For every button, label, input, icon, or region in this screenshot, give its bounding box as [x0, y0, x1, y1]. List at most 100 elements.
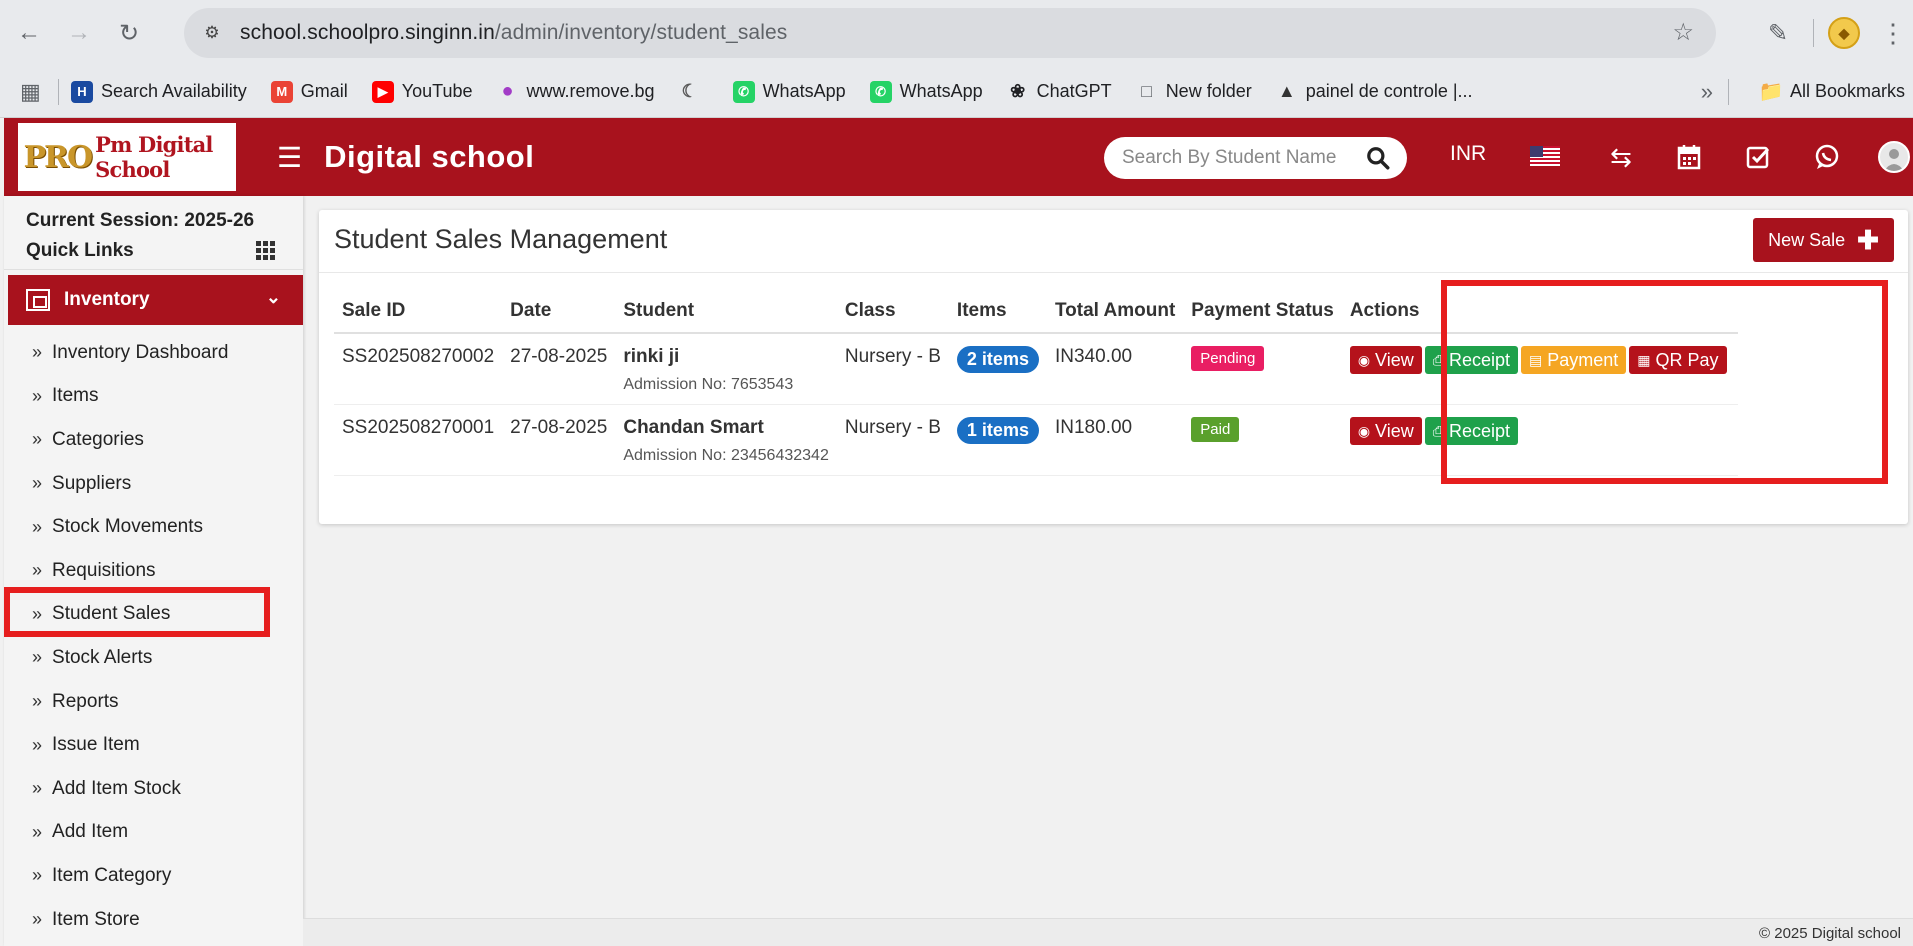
quick-links[interactable]: Quick Links: [4, 232, 303, 270]
bookmark-item[interactable]: ● www.remove.bg: [497, 80, 654, 103]
items-count-badge[interactable]: 1 items: [956, 417, 1039, 444]
student-cell: Chandan Smart Admission No: 23456432342: [615, 404, 837, 476]
footer-copyright: © 2025 Digital school: [303, 918, 1913, 946]
task-check-icon[interactable]: [1738, 137, 1778, 177]
student-name: rinki ji: [623, 346, 680, 367]
all-bookmarks-button[interactable]: 📁 All Bookmarks: [1758, 81, 1905, 103]
new-sale-button[interactable]: New Sale ✚: [1753, 218, 1894, 262]
app-header: PRO Pm Digital School ☰ Digital school I…: [4, 118, 1913, 196]
sidebar-item-label: Add Item: [52, 821, 129, 843]
whatsapp-icon: ✆: [732, 80, 755, 103]
double-chevron-right-icon: »: [32, 473, 43, 494]
sidebar-item-inventory-dashboard[interactable]: » Inventory Dashboard: [4, 331, 303, 375]
site-info-icon[interactable]: ⚙: [192, 13, 232, 53]
sidebar-item-item-category[interactable]: » Item Category: [4, 854, 303, 898]
bookmarks-bar: ▦ H Search Availability M Gmail ▶ YouTube ● www…: [0, 66, 1913, 118]
extensions-icon[interactable]: ✎: [1757, 12, 1799, 54]
items-count-badge[interactable]: 2 items: [956, 346, 1039, 373]
whatsapp-icon[interactable]: [1807, 137, 1847, 177]
view-button[interactable]: ◉ View: [1349, 417, 1422, 445]
view-button[interactable]: ◉ View: [1349, 346, 1422, 374]
sidebar-item-item-store[interactable]: » Item Store: [4, 898, 303, 942]
url-path: /admin/inventory/student_sales: [494, 21, 788, 44]
bookmark-item[interactable]: M Gmail: [270, 80, 348, 103]
double-chevron-right-icon: »: [32, 734, 43, 755]
admission-number: Admission No: 23456432342: [623, 447, 829, 464]
bookmark-label: YouTube: [401, 81, 473, 101]
sidebar-item-stock-alerts[interactable]: » Stock Alerts: [4, 636, 303, 680]
sidebar-item-add-item-stock[interactable]: » Add Item Stock: [4, 767, 303, 811]
us-flag-icon[interactable]: [1530, 146, 1560, 166]
back-icon[interactable]: ←: [8, 12, 50, 54]
currency-selector[interactable]: INR: [1450, 142, 1490, 166]
bookmark-item[interactable]: ✆ WhatsApp: [869, 80, 983, 103]
highlight-box-student-sales: [4, 587, 270, 637]
sidebar-item-issue-item[interactable]: » Issue Item: [4, 723, 303, 767]
bookmark-item[interactable]: □ New folder: [1136, 81, 1251, 103]
items-cell: 1 items: [948, 404, 1047, 476]
bookmark-star-icon[interactable]: ☆: [1672, 18, 1694, 47]
new-sale-label: New Sale: [1768, 229, 1846, 250]
status-badge: Paid: [1191, 417, 1240, 442]
double-chevron-right-icon: »: [32, 385, 43, 406]
bookmark-item[interactable]: ▶ YouTube: [371, 80, 473, 103]
bookmark-item[interactable]: ❀ ChatGPT: [1007, 81, 1112, 103]
sale-id-cell: SS202508270001: [334, 404, 503, 476]
sidebar-item-suppliers[interactable]: » Suppliers: [4, 462, 303, 506]
browser-menu-icon[interactable]: ⋮: [1873, 18, 1913, 49]
date-cell: 27-08-2025: [502, 333, 616, 405]
reload-icon[interactable]: ↻: [108, 12, 150, 54]
sidebar-item-label: Inventory Dashboard: [52, 341, 229, 363]
double-chevron-right-icon: »: [32, 821, 43, 842]
page-title: Student Sales Management: [334, 224, 668, 254]
bookmark-label: painel de controle |...: [1305, 81, 1473, 101]
student-search-input[interactable]: [1122, 147, 1352, 169]
column-header-total-amount: Total Amount: [1046, 290, 1184, 334]
column-header-student: Student: [615, 290, 837, 334]
bookmark-item[interactable]: ✆ WhatsApp: [732, 80, 846, 103]
school-logo[interactable]: PRO Pm Digital School: [4, 118, 249, 196]
user-avatar[interactable]: [1878, 141, 1910, 173]
column-header-class: Class: [836, 290, 949, 334]
payment-status-cell: Paid: [1183, 404, 1342, 476]
double-chevron-right-icon: »: [32, 865, 43, 886]
panel-divider: [319, 272, 1908, 273]
bookmark-item[interactable]: ☾: [679, 81, 709, 103]
bookmark-label: WhatsApp: [899, 81, 983, 101]
sidebar-item-categories[interactable]: » Categories: [4, 418, 303, 462]
search-icon[interactable]: [1365, 145, 1391, 171]
address-bar[interactable]: ⚙ school.schoolpro.singinn.in/admin/inve…: [184, 8, 1716, 58]
more-bookmarks-icon[interactable]: »: [1701, 79, 1713, 105]
bookmark-item[interactable]: H Search Availability: [71, 80, 247, 103]
button-label: View: [1375, 349, 1414, 370]
sale-id-cell: SS202508270002: [334, 333, 503, 405]
sidebar-item-add-item[interactable]: » Add Item: [4, 811, 303, 855]
profile-icon[interactable]: ◆: [1828, 17, 1860, 49]
highlight-box-actions: [1441, 280, 1888, 484]
bookmark-label: Gmail: [300, 81, 348, 101]
column-header-items: Items: [948, 290, 1047, 334]
sidebar-item-items[interactable]: » Items: [4, 375, 303, 419]
sidebar-item-stock-movements[interactable]: » Stock Movements: [4, 505, 303, 549]
plus-icon: ✚: [1857, 224, 1879, 255]
bookmark-item[interactable]: ▲ painel de controle |...: [1276, 81, 1473, 103]
sidebar-item-label: Add Item Stock: [52, 777, 181, 799]
grid-icon[interactable]: [256, 241, 275, 260]
date-cell: 27-08-2025: [502, 404, 616, 476]
sidebar-item-label: Categories: [52, 428, 144, 450]
apps-grid-icon[interactable]: ▦: [20, 79, 54, 105]
gmail-icon: M: [270, 80, 293, 103]
sidebar-item-inventory[interactable]: Inventory ⌄: [8, 275, 303, 325]
sidebar-item-reports[interactable]: » Reports: [4, 680, 303, 724]
toolbar-divider: [1813, 19, 1814, 47]
switch-arrows-icon[interactable]: ⇆: [1601, 137, 1641, 177]
url-text[interactable]: school.schoolpro.singinn.in/admin/invent…: [240, 21, 787, 45]
forward-icon[interactable]: →: [58, 12, 100, 54]
bookmark-label: ChatGPT: [1036, 81, 1112, 101]
quick-links-label: Quick Links: [26, 239, 134, 261]
browser-toolbar: ← → ↻ ⚙ school.schoolpro.singinn.in/admi…: [0, 0, 1913, 66]
calendar-icon[interactable]: [1669, 137, 1709, 177]
folder-icon: 📁: [1758, 81, 1784, 103]
hamburger-menu-icon[interactable]: ☰: [277, 141, 302, 174]
hat-icon: ▲: [1277, 81, 1296, 101]
